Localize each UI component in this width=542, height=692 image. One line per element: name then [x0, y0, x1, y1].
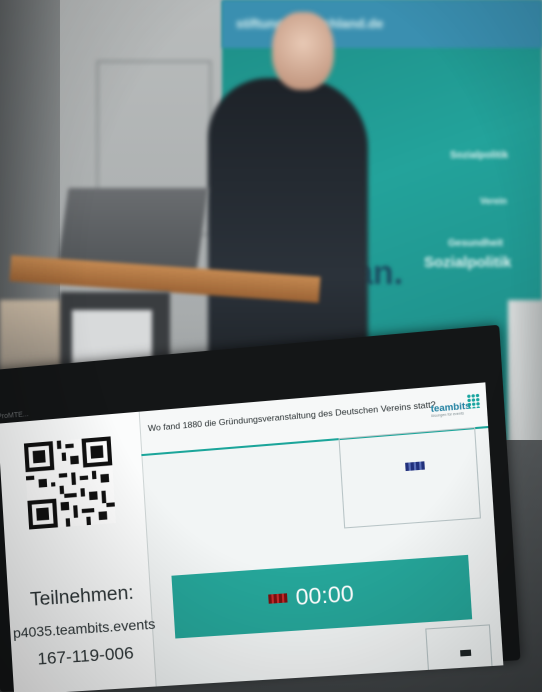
banner-word: Gesundheit	[448, 238, 504, 249]
teambits-logo: teambits lösungen für events	[430, 393, 481, 424]
quiz-screen: Teilnehmen: p4035.teambits.events 167-11…	[0, 382, 504, 692]
flag-icon	[405, 461, 425, 472]
monitor-brand: ProMTE...	[0, 411, 29, 421]
join-panel: Teilnehmen: p4035.teambits.events 167-11…	[0, 411, 157, 692]
qr-code-icon	[23, 436, 116, 530]
join-label: Teilnehmen:	[29, 582, 135, 611]
answer-option-box	[425, 624, 493, 672]
flag-icon	[268, 593, 288, 604]
banner-word: Verein	[480, 196, 508, 206]
join-code: 167-119-006	[36, 643, 135, 669]
answer-option-box	[338, 427, 481, 529]
question-text: Wo fand 1880 die Gründungsveranstaltung …	[147, 399, 437, 434]
corner-icon	[460, 649, 472, 657]
monitor: ProMTE... Teilnehmen: p4035.teambits.eve…	[0, 324, 521, 692]
join-url: p4035.teambits.events	[12, 615, 156, 642]
banner-word: Sozialpolitik	[450, 150, 509, 161]
speaker-head	[272, 12, 334, 90]
banner-header: stiftung-deutschland.de	[222, 0, 542, 48]
logo-dots-icon	[466, 393, 481, 409]
event-photo: stiftung-deutschland.de Sozialpolitik Ve…	[0, 0, 542, 692]
countdown-timer: 00:00	[294, 580, 355, 611]
banner-word: Sozialpolitik	[424, 254, 512, 271]
